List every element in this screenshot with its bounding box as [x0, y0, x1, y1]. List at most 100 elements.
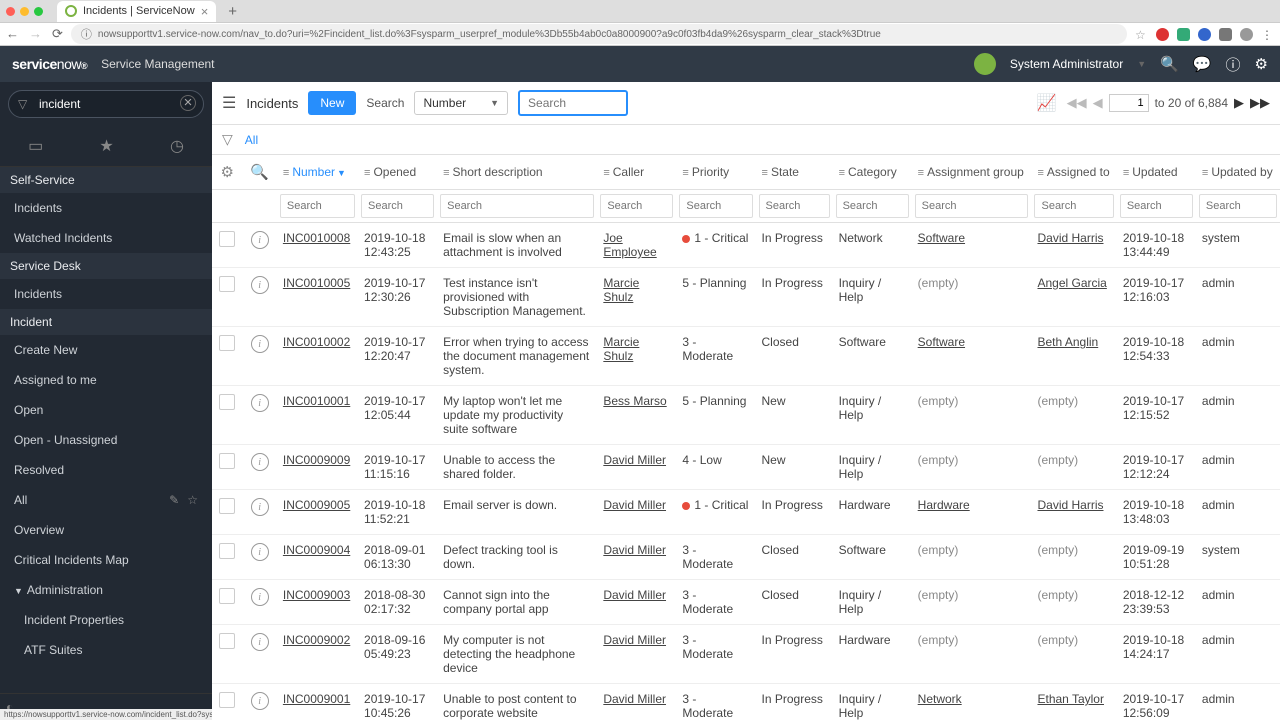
column-search-input[interactable]: [915, 194, 1029, 218]
incident-link[interactable]: INC0009005: [283, 498, 350, 512]
site-info-icon[interactable]: ⓘ: [81, 26, 92, 42]
star-icon[interactable]: ☆: [1135, 28, 1148, 41]
nav-item[interactable]: Resolved: [0, 455, 212, 485]
help-icon[interactable]: ⓘ: [1226, 54, 1241, 75]
new-button[interactable]: New: [308, 91, 356, 115]
info-icon[interactable]: i: [251, 453, 269, 471]
ext-icon-4[interactable]: [1219, 28, 1232, 41]
favorite-icon[interactable]: ☆: [187, 493, 198, 507]
forward-icon[interactable]: →: [29, 26, 42, 42]
assignee-link[interactable]: Angel Garcia: [1037, 276, 1106, 290]
nav-module[interactable]: Self-Service: [0, 167, 212, 193]
row-checkbox[interactable]: [219, 498, 235, 514]
caller-link[interactable]: Joe Employee: [603, 231, 656, 259]
info-icon[interactable]: i: [251, 231, 269, 249]
nav-item[interactable]: Incidents: [0, 193, 212, 223]
column-header[interactable]: ≡Updated: [1117, 155, 1196, 190]
incident-link[interactable]: INC0009001: [283, 692, 350, 706]
group-link[interactable]: Network: [918, 692, 962, 706]
pager-start-input[interactable]: [1109, 94, 1149, 112]
logo[interactable]: servicenow®: [12, 56, 87, 72]
caller-link[interactable]: Marcie Shulz: [603, 335, 639, 363]
menu-icon[interactable]: ⋮: [1261, 28, 1274, 41]
nav-module[interactable]: Service Desk: [0, 253, 212, 279]
incident-link[interactable]: INC0010005: [283, 276, 350, 290]
nav-item[interactable]: Assigned to me: [0, 365, 212, 395]
column-search-input[interactable]: [1034, 194, 1113, 218]
column-search-input[interactable]: [600, 194, 673, 218]
group-link[interactable]: Software: [918, 231, 965, 245]
column-search-input[interactable]: [679, 194, 752, 218]
clear-icon[interactable]: ×: [180, 95, 196, 111]
assignee-link[interactable]: Beth Anglin: [1037, 335, 1098, 349]
row-checkbox[interactable]: [219, 394, 235, 410]
info-icon[interactable]: i: [251, 633, 269, 651]
search-icon[interactable]: 🔍: [1160, 55, 1179, 73]
nav-item[interactable]: Incident Properties: [0, 605, 212, 635]
row-checkbox[interactable]: [219, 633, 235, 649]
chat-icon[interactable]: 💬: [1193, 55, 1212, 73]
list-search-input[interactable]: [518, 90, 628, 116]
profile-icon[interactable]: [1240, 28, 1253, 41]
column-menu-icon[interactable]: ≡: [682, 167, 688, 179]
ext-icon-2[interactable]: [1177, 28, 1190, 41]
caller-link[interactable]: Marcie Shulz: [603, 276, 639, 304]
next-page-icon[interactable]: ▶: [1234, 95, 1244, 111]
column-search-input[interactable]: [361, 194, 434, 218]
row-checkbox[interactable]: [219, 231, 235, 247]
all-apps-icon[interactable]: ▭: [28, 136, 43, 156]
row-checkbox[interactable]: [219, 588, 235, 604]
column-header[interactable]: ≡Short description: [437, 155, 597, 190]
url-field[interactable]: ⓘ nowsupporttv1.service-now.com/nav_to.d…: [71, 24, 1127, 44]
row-checkbox[interactable]: [219, 543, 235, 559]
caller-link[interactable]: David Miller: [603, 498, 666, 512]
info-icon[interactable]: i: [251, 588, 269, 606]
nav-item[interactable]: Watched Incidents: [0, 223, 212, 253]
info-icon[interactable]: i: [251, 394, 269, 412]
breadcrumb-all[interactable]: All: [245, 133, 258, 147]
assignee-link[interactable]: Ethan Taylor: [1037, 692, 1104, 706]
edit-icon[interactable]: ✎: [169, 493, 179, 507]
column-menu-icon[interactable]: ≡: [918, 167, 924, 179]
column-menu-icon[interactable]: ≡: [1123, 167, 1129, 179]
favorites-icon[interactable]: ★: [99, 136, 113, 156]
gear-icon[interactable]: ⚙: [220, 164, 233, 181]
column-header[interactable]: ≡Assigned to: [1031, 155, 1116, 190]
incident-link[interactable]: INC0010001: [283, 394, 350, 408]
row-checkbox[interactable]: [219, 453, 235, 469]
column-header[interactable]: ≡Category: [833, 155, 912, 190]
group-link[interactable]: Software: [918, 335, 965, 349]
column-header[interactable]: ≡Priority: [676, 155, 755, 190]
incident-link[interactable]: INC0009009: [283, 453, 350, 467]
first-page-icon[interactable]: ◀◀: [1067, 95, 1087, 111]
ext-icon-1[interactable]: [1156, 28, 1169, 41]
history-icon[interactable]: ◷: [170, 136, 184, 156]
column-header[interactable]: ≡Assignment group: [912, 155, 1032, 190]
nav-item[interactable]: ATF Suites: [0, 635, 212, 665]
caller-link[interactable]: David Miller: [603, 633, 666, 647]
column-search-input[interactable]: [759, 194, 830, 218]
nav-item[interactable]: Create New: [0, 335, 212, 365]
column-header[interactable]: ≡Updated by: [1196, 155, 1280, 190]
column-menu-icon[interactable]: ≡: [603, 167, 609, 179]
column-menu-icon[interactable]: ≡: [364, 167, 370, 179]
nav-module[interactable]: Incident: [0, 309, 212, 335]
incident-link[interactable]: INC0010008: [283, 231, 350, 245]
column-menu-icon[interactable]: ≡: [283, 167, 289, 179]
column-menu-icon[interactable]: ≡: [762, 167, 768, 179]
assignee-link[interactable]: David Harris: [1037, 498, 1103, 512]
row-checkbox[interactable]: [219, 692, 235, 708]
info-icon[interactable]: i: [251, 692, 269, 710]
nav-item[interactable]: Critical Incidents Map: [0, 545, 212, 575]
info-icon[interactable]: i: [251, 335, 269, 353]
gear-icon[interactable]: ⚙: [1255, 55, 1268, 73]
filter-funnel-icon[interactable]: ▽: [222, 131, 233, 148]
caller-link[interactable]: David Miller: [603, 453, 666, 467]
user-name[interactable]: System Administrator: [1010, 57, 1123, 71]
incident-link[interactable]: INC0009002: [283, 633, 350, 647]
assignee-link[interactable]: David Harris: [1037, 231, 1103, 245]
column-menu-icon[interactable]: ≡: [1202, 167, 1208, 179]
info-icon[interactable]: i: [251, 543, 269, 561]
last-page-icon[interactable]: ▶▶: [1250, 95, 1270, 111]
activity-icon[interactable]: 📈: [1037, 93, 1057, 113]
